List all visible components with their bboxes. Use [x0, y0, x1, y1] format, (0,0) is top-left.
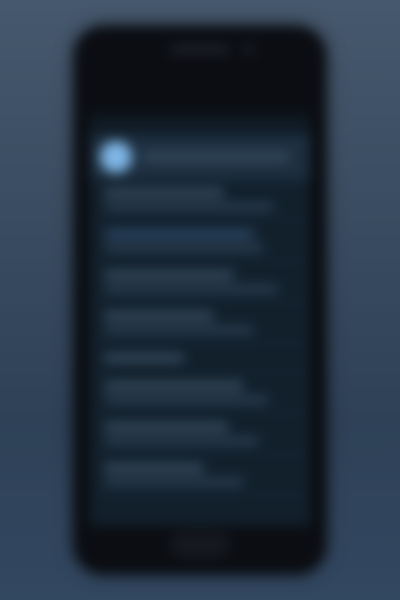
list-item-title [104, 312, 214, 320]
list-item-subtitle [104, 203, 274, 211]
list-item-title [104, 464, 204, 472]
list-item-title [104, 189, 224, 197]
list-item[interactable] [90, 303, 310, 344]
section-title [104, 354, 184, 362]
home-button[interactable] [170, 532, 230, 558]
list-item-title [104, 271, 234, 279]
list-item[interactable] [90, 455, 310, 496]
list-item[interactable] [90, 221, 310, 262]
list-item-subtitle [104, 244, 264, 252]
list-item-title [104, 423, 229, 431]
phone-device [74, 26, 326, 574]
section-header [90, 344, 310, 373]
list-item-title [104, 382, 244, 390]
list-item-title [104, 230, 254, 238]
list-item-subtitle [104, 396, 269, 404]
content-list [90, 180, 310, 496]
list-item[interactable] [90, 180, 310, 221]
list-item[interactable] [90, 262, 310, 303]
list-item-subtitle [104, 285, 279, 293]
list-item-subtitle [104, 437, 259, 445]
earpiece-speaker [170, 46, 230, 53]
app-header [90, 134, 310, 180]
list-item-subtitle [104, 478, 244, 486]
list-item[interactable] [90, 373, 310, 414]
header-title [142, 152, 290, 162]
phone-screen [90, 114, 310, 526]
avatar-icon[interactable] [100, 141, 132, 173]
list-item-subtitle [104, 326, 254, 334]
front-camera-icon [244, 44, 254, 54]
status-bar [90, 114, 310, 134]
blurred-scene [0, 0, 400, 600]
list-item[interactable] [90, 414, 310, 455]
